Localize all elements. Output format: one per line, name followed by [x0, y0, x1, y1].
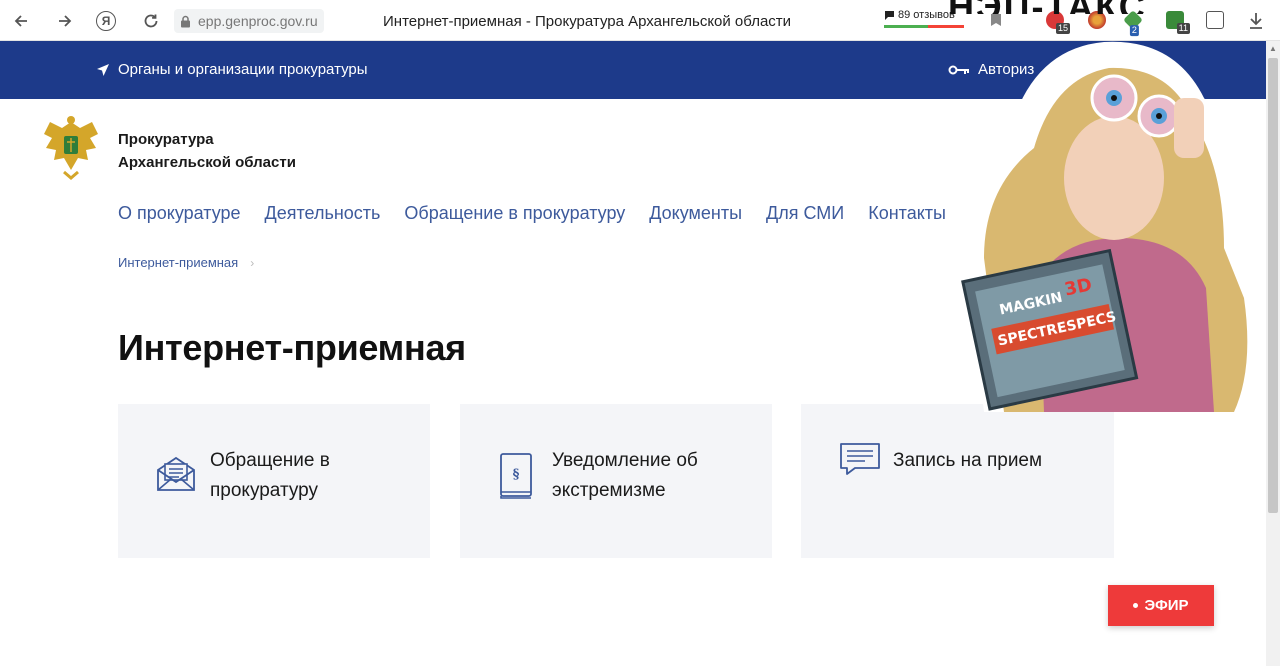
location-arrow-icon — [97, 63, 109, 76]
page-title: Интернет-приемная — [118, 327, 466, 368]
chat-message-icon — [839, 442, 880, 488]
extension-puzzle-icon[interactable] — [1206, 11, 1224, 29]
back-arrow-icon[interactable] — [10, 10, 32, 32]
reviews-count: 89 отзывов — [898, 9, 955, 21]
appointment-card-label: Запись на прием — [893, 450, 1043, 471]
svg-text:§: § — [513, 467, 520, 482]
extremism-card-label: Уведомление об экстремизме — [552, 450, 698, 501]
breadcrumb-current[interactable]: Интернет-приемная — [118, 255, 238, 270]
scroll-up-arrow-icon[interactable]: ▲ — [1269, 44, 1277, 53]
org-name-line2: Архангельской области — [118, 154, 296, 171]
envelope-icon — [156, 454, 196, 500]
nav-activity[interactable]: Деятельность — [265, 203, 381, 224]
extremism-card[interactable]: § Уведомление об экстремизме — [460, 404, 772, 558]
live-stream-label: ЭФИР — [1144, 597, 1189, 614]
orgs-link-label: Органы и организации прокуратуры — [118, 61, 368, 78]
appeal-card[interactable]: Обращение в прокуратуру — [118, 404, 430, 558]
orgs-link[interactable]: Органы и организации прокуратуры — [96, 61, 368, 78]
reload-icon[interactable] — [140, 10, 162, 32]
live-dot-icon — [1133, 603, 1139, 608]
law-book-icon: § — [498, 452, 538, 499]
extension-dark-green-icon[interactable]: 11 — [1166, 11, 1190, 34]
live-stream-button[interactable]: ЭФИР — [1108, 585, 1214, 626]
org-name[interactable]: Прокуратура Архангельской области — [118, 128, 296, 174]
sticker-caption: НЭП-ТАКС — [948, 0, 1147, 14]
breadcrumb-separator: › — [250, 255, 255, 270]
bookmark-icon[interactable] — [990, 13, 1004, 29]
nav-media[interactable]: Для СМИ — [766, 203, 844, 224]
appointment-card[interactable]: Запись на прием — [801, 404, 1114, 558]
nav-appeal[interactable]: Обращение в прокуратуру — [404, 203, 625, 224]
reviews-rating-bar — [884, 25, 964, 28]
prosecutor-emblem-icon[interactable] — [40, 114, 102, 180]
org-name-line1: Прокуратура — [118, 131, 214, 148]
sticker-image: MAGKIN 3D SPECTRESPECS — [944, 38, 1280, 412]
download-icon[interactable] — [1248, 12, 1266, 30]
page-tab-title: Интернет-приемная - Прокуратура Архангел… — [383, 13, 792, 30]
comment-icon — [885, 10, 894, 20]
main-navigation: О прокуратуре Деятельность Обращение в п… — [118, 203, 946, 224]
nav-about[interactable]: О прокуратуре — [118, 203, 241, 224]
reviews-badge[interactable]: 89 отзывов — [884, 9, 955, 21]
nav-contacts[interactable]: Контакты — [868, 203, 946, 224]
url-text: epp.genproc.gov.ru — [198, 13, 318, 29]
appeal-card-label: Обращение в прокуратуру — [210, 450, 330, 501]
breadcrumb: Интернет-приемная › — [118, 255, 254, 270]
yandex-icon[interactable]: Я — [96, 11, 116, 31]
scrollbar-thumb[interactable] — [1268, 58, 1278, 513]
lock-icon — [180, 15, 191, 28]
nav-documents[interactable]: Документы — [649, 203, 742, 224]
forward-arrow-icon[interactable] — [54, 10, 76, 32]
address-bar[interactable]: epp.genproc.gov.ru — [174, 9, 324, 33]
